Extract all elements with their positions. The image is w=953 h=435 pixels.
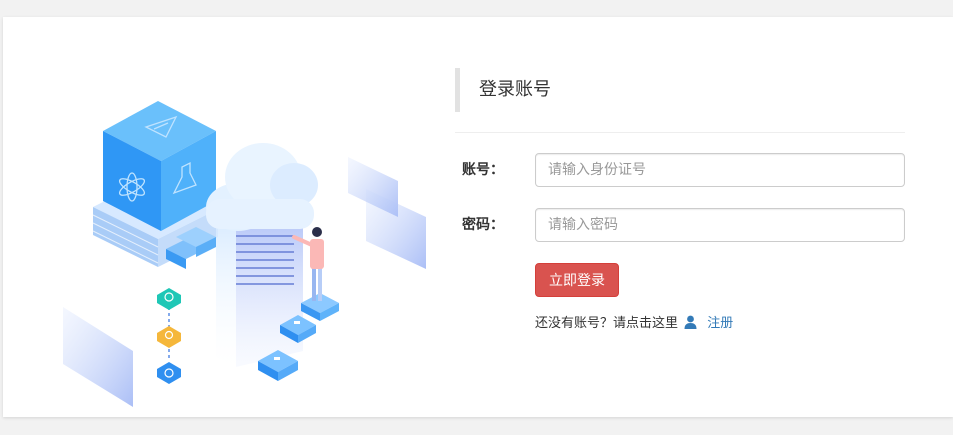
password-row: 密码：: [455, 208, 905, 242]
user-icon: [684, 315, 697, 336]
cloud-icon: [206, 143, 318, 231]
pin-icon: [157, 326, 181, 348]
title-divider: [455, 132, 905, 133]
login-illustration: [63, 101, 426, 407]
account-input[interactable]: [535, 153, 905, 187]
register-link[interactable]: 注册: [707, 316, 733, 331]
account-label: 账号：: [462, 162, 504, 178]
page-title: 登录账号: [455, 68, 905, 112]
connector-chain: [157, 288, 181, 384]
login-card: 登录账号 账号： 密码： 立即登录 还没有账号？请点击这里 注册: [3, 17, 953, 417]
no-account-text: 还没有账号？请点击这里: [535, 316, 679, 331]
password-input[interactable]: [535, 208, 905, 242]
login-button[interactable]: 立即登录: [535, 263, 619, 297]
lightbulb-icon: [157, 288, 181, 310]
password-label: 密码：: [462, 217, 504, 233]
target-icon: [157, 362, 181, 384]
register-row: 还没有账号？请点击这里 注册: [455, 314, 905, 334]
account-row: 账号：: [455, 153, 905, 187]
deco-panel-left: [63, 307, 133, 407]
login-panel: 登录账号 账号： 密码： 立即登录 还没有账号？请点击这里 注册: [455, 68, 905, 334]
button-row: 立即登录: [455, 263, 905, 297]
